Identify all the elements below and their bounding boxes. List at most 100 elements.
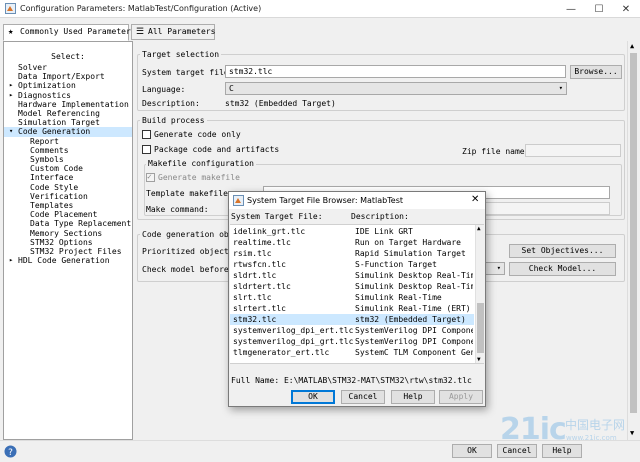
scrollbar-thumb[interactable] [630, 53, 637, 413]
list-item[interactable]: stm32.tlc stm32 (Embedded Target) [230, 314, 474, 325]
tree-item[interactable]: Code Style [4, 183, 132, 192]
expand-icon[interactable]: ▸ [9, 91, 13, 100]
tree-item[interactable]: Hardware Implementation [4, 100, 132, 109]
tree-item[interactable]: Symbols [4, 155, 132, 164]
generate-code-only-checkbox[interactable] [142, 130, 151, 139]
tree-item[interactable]: Custom Code [4, 164, 132, 173]
scroll-down-icon[interactable]: ▼ [630, 429, 634, 437]
tree-item[interactable]: STM32 Project Files [4, 247, 132, 256]
language-value: C [229, 84, 234, 93]
list-item[interactable]: slrt.tlc Simulink Real-Time [230, 292, 474, 303]
dialog-titlebar[interactable]: System Target File Browser: MatlabTest ✕ [229, 192, 485, 209]
tab-commonly-used-parameters[interactable]: ★ Commonly Used Parameters [3, 24, 136, 41]
target-file-list[interactable]: idelink_grt.tlc IDE Link GRT realtime.tlc R… [230, 224, 484, 364]
tree-item-label: Custom Code [30, 164, 83, 174]
tree-item[interactable]: Memory Sections [4, 229, 132, 238]
collapse-icon[interactable]: ▾ [9, 127, 13, 136]
list-item[interactable]: systemverilog_dpi_grt.tlc SystemVerilog D… [230, 336, 474, 347]
maximize-button[interactable]: ☐ [585, 0, 613, 18]
category-tree[interactable]: Select: Solver Data Import/Export ▸ Optimiz… [3, 41, 133, 440]
zip-file-name-field[interactable] [525, 144, 621, 157]
tree-item[interactable]: Templates [4, 201, 132, 210]
tree-item[interactable]: Report [4, 137, 132, 146]
system-target-file-field[interactable]: stm32.tlc [225, 65, 566, 78]
tree-item-label: STM32 Options [30, 237, 93, 247]
system-target-file-browser-dialog[interactable]: System Target File Browser: MatlabTest ✕… [228, 191, 486, 407]
scroll-up-icon[interactable]: ▲ [477, 225, 481, 232]
description-label: Description: [142, 99, 200, 108]
list-item[interactable]: systemverilog_dpi_ert.tlc SystemVerilog D… [230, 325, 474, 336]
tree-item[interactable]: Data Type Replacement [4, 219, 132, 228]
help-icon[interactable]: ? [4, 445, 17, 458]
list-scrollbar[interactable]: ▲ ▼ [475, 225, 484, 363]
close-button[interactable]: ✕ [612, 0, 640, 18]
list-item[interactable]: slrtert.tlc Simulink Real-Time (ERT) [230, 303, 474, 314]
dialog-title: System Target File Browser: MatlabTest [247, 196, 404, 205]
dialog-apply-button[interactable]: Apply [439, 390, 483, 404]
generate-makefile-checkbox[interactable]: ✓ [146, 172, 155, 182]
tree-item[interactable]: ▾ Code Generation [4, 127, 132, 137]
tree-item-label: Comments [30, 145, 69, 155]
tree-item-label: Model Referencing [18, 109, 100, 118]
set-objectives-button[interactable]: Set Objectives... [509, 244, 616, 258]
column-header-description[interactable]: Description: [351, 212, 409, 221]
window-titlebar[interactable]: Configuration Parameters: MatlabTest/Con… [0, 0, 640, 18]
tree-item[interactable]: ▸ HDL Code Generation [4, 256, 132, 265]
dialog-help-button[interactable]: Help [391, 390, 435, 404]
tab-all-parameters[interactable]: ☰ All Parameters [131, 24, 215, 40]
list-item[interactable]: rsim.tlc Rapid Simulation Target [230, 248, 474, 259]
tree-item[interactable]: Interface [4, 173, 132, 182]
list-item[interactable]: rtwsfcn.tlc S-Function Target [230, 259, 474, 270]
make-command-label: Make command: [146, 205, 209, 214]
code-generation-objectives-title: Code generation obje [140, 230, 241, 239]
target-file-description: SystemVerilog DPI Component [355, 337, 473, 346]
target-file-name: rtwsfcn.tlc [233, 260, 286, 269]
language-label: Language: [142, 85, 186, 94]
list-item[interactable]: tlmgenerator_ert.tlc SystemC TLM Componen… [230, 347, 474, 358]
expand-icon[interactable]: ▸ [9, 81, 13, 90]
package-code-label: Package code and artifacts [154, 145, 280, 154]
column-header-file[interactable]: System Target File: [231, 212, 323, 221]
expand-icon[interactable]: ▸ [9, 256, 13, 265]
scroll-up-icon[interactable]: ▲ [630, 42, 634, 50]
tree-item[interactable]: Code Placement [4, 210, 132, 219]
minimize-button[interactable]: — [557, 0, 585, 18]
tree-item[interactable]: STM32 Options [4, 238, 132, 247]
tree-item[interactable]: Solver [4, 63, 132, 72]
tree-item-label: Code Placement [30, 210, 98, 220]
system-target-file-label: System target file: [142, 68, 234, 77]
list-item[interactable]: realtime.tlc Run on Target Hardware [230, 237, 474, 248]
scrollbar-thumb[interactable] [477, 303, 484, 353]
tree-item[interactable]: ▸ Optimization [4, 81, 132, 90]
matlab-app-icon [233, 195, 244, 206]
tree-item[interactable]: Verification [4, 192, 132, 201]
tree-item-label: Report [30, 136, 59, 146]
target-file-name: sldrtert.tlc [233, 282, 291, 291]
check-model-label: Check model before g [142, 265, 239, 274]
check-model-select[interactable]: ▾ [485, 262, 505, 275]
target-file-description: Simulink Real-Time [355, 293, 442, 302]
dialog-ok-button[interactable]: OK [291, 390, 335, 404]
tree-item[interactable]: Simulation Target [4, 118, 132, 127]
tree-item[interactable]: Data Import/Export [4, 72, 132, 81]
list-item[interactable]: sldrtert.tlc Simulink Desktop Real-Time [230, 281, 474, 292]
tree-item-label: Templates [30, 201, 74, 210]
tree-item[interactable]: Model Referencing [4, 109, 132, 118]
check-model-button[interactable]: Check Model... [509, 262, 616, 276]
tree-item[interactable]: ▸ Diagnostics [4, 91, 132, 100]
language-select[interactable]: C ▾ [225, 82, 567, 95]
target-file-name: tlmgenerator_ert.tlc [233, 348, 330, 357]
dialog-cancel-button[interactable]: Cancel [341, 390, 385, 404]
target-file-description: S-Function Target [355, 260, 437, 269]
dialog-close-button[interactable]: ✕ [471, 194, 479, 205]
list-item[interactable]: idelink_grt.tlc IDE Link GRT [230, 226, 474, 237]
package-code-checkbox[interactable] [142, 145, 151, 154]
tree-item[interactable]: Comments [4, 146, 132, 155]
browse-button[interactable]: Browse... [570, 65, 622, 79]
tree-item-label: Memory Sections [30, 228, 103, 238]
vertical-scrollbar[interactable]: ▲ ▼ [627, 41, 639, 440]
target-file-description: Simulink Desktop Real-Time [355, 282, 473, 291]
scroll-down-icon[interactable]: ▼ [477, 356, 481, 363]
description-value: stm32 (Embedded Target) [225, 99, 336, 108]
list-item[interactable]: sldrt.tlc Simulink Desktop Real-Time [230, 270, 474, 281]
